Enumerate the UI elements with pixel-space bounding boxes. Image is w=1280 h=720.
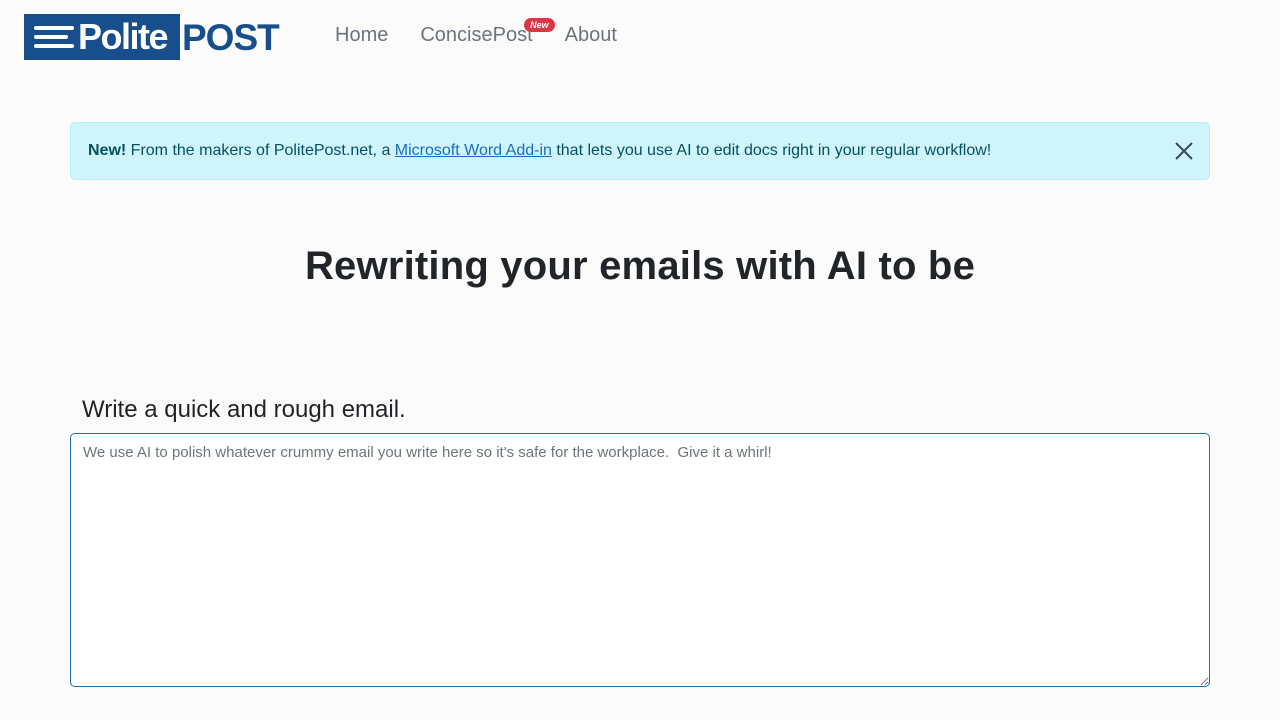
new-badge: New xyxy=(524,18,555,32)
close-icon[interactable] xyxy=(1173,140,1195,162)
nav-about[interactable]: About xyxy=(565,24,617,47)
logo-text-polite: Polite xyxy=(78,16,169,57)
brand-logo[interactable]: Polite POST xyxy=(24,14,280,60)
email-input[interactable] xyxy=(70,433,1210,687)
logo-mark: Polite xyxy=(24,14,180,60)
nav-home[interactable]: Home xyxy=(335,24,388,47)
alert-text-before: From the makers of PolitePost.net, a xyxy=(126,142,395,159)
nav-concisepost-label: ConcisePost xyxy=(420,24,533,46)
alert-strong: New! xyxy=(88,142,127,159)
alert-text-after: that lets you use AI to edit docs right … xyxy=(551,142,992,159)
navbar: Polite POST Home ConcisePost New About xyxy=(0,0,1280,76)
page-title: Rewriting your emails with AI to be xyxy=(304,244,976,288)
logo-lines-icon xyxy=(34,26,78,48)
word-addin-link[interactable]: Microsoft Word Add-in xyxy=(395,142,552,159)
logo-text-post: POST xyxy=(182,17,280,58)
email-field-label: Write a quick and rough email. xyxy=(82,396,406,423)
nav-links: Home ConcisePost New About xyxy=(335,18,617,47)
nav-concisepost[interactable]: ConcisePost New xyxy=(420,18,555,47)
announcement-alert: New! From the makers of PolitePost.net, … xyxy=(70,122,1210,180)
